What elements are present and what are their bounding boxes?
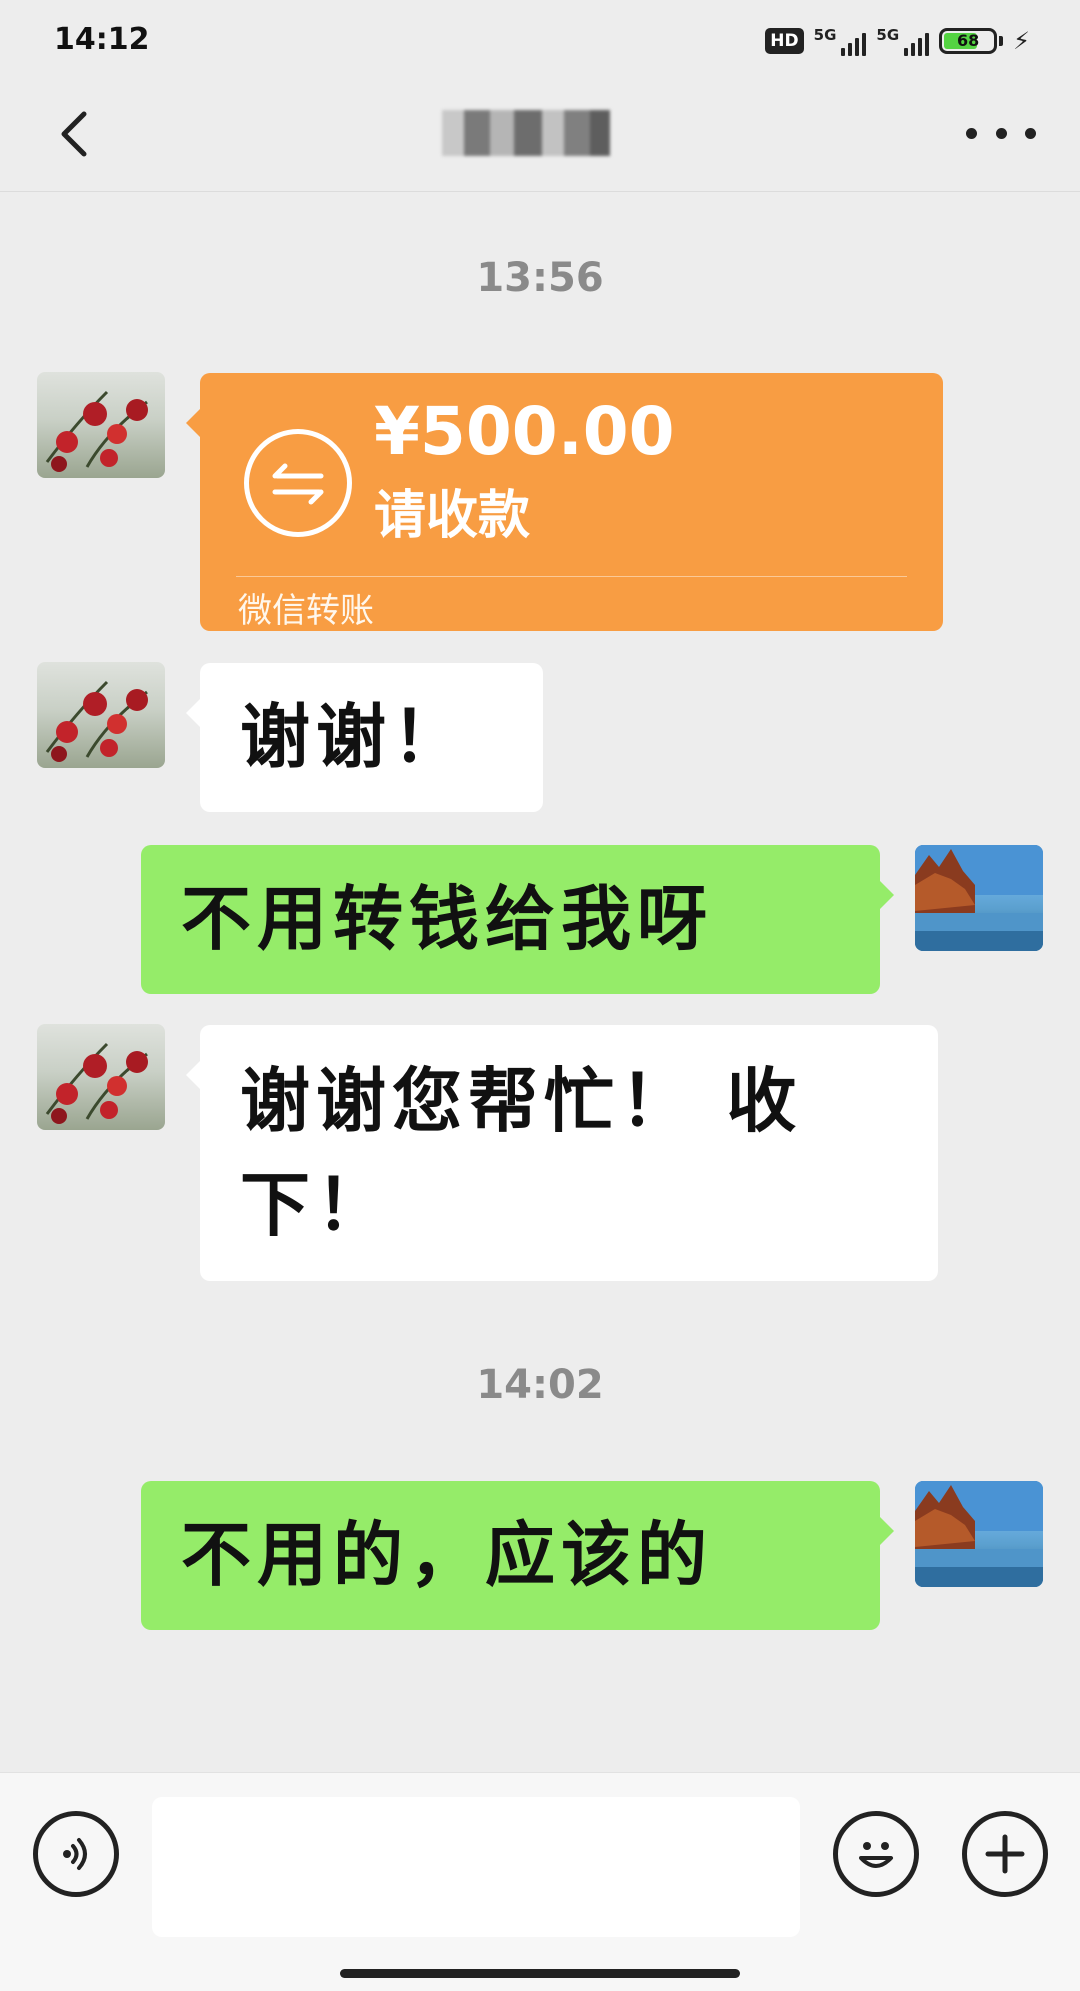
- chat-title-obscured: [442, 110, 610, 156]
- avatar-contact[interactable]: [37, 372, 165, 478]
- message-input[interactable]: [152, 1797, 800, 1937]
- chat-screen: 14:12 HD 5G 5G 68 ⚡ 13:56 ¥500.00 请收款 微信…: [0, 0, 1080, 1991]
- plus-button[interactable]: [962, 1811, 1048, 1897]
- message-bubble-sent[interactable]: 不用的，应该的: [141, 1481, 894, 1630]
- plus-icon: [985, 1834, 1025, 1874]
- back-button[interactable]: [44, 104, 104, 164]
- avatar-contact[interactable]: [37, 662, 165, 768]
- message-text: 谢谢您帮忙！ 收下！: [240, 1060, 803, 1246]
- network-label-2: 5G: [876, 26, 900, 44]
- input-bar: [0, 1772, 1080, 1991]
- avatar-self[interactable]: [915, 1481, 1043, 1587]
- charging-icon: ⚡: [1013, 27, 1030, 55]
- message-text: 谢谢！: [240, 696, 468, 778]
- status-icons: HD 5G 5G 68 ⚡: [765, 22, 1030, 60]
- divider: [236, 576, 907, 577]
- avatar-self[interactable]: [915, 845, 1043, 951]
- battery-tip: [999, 36, 1004, 46]
- status-bar: 14:12 HD 5G 5G 68 ⚡: [0, 0, 1080, 82]
- voice-button[interactable]: [33, 1811, 119, 1897]
- avatar-contact[interactable]: [37, 1024, 165, 1130]
- emoji-button[interactable]: [833, 1811, 919, 1897]
- transfer-amount: ¥500.00: [374, 393, 675, 470]
- more-dots-icon: [966, 127, 977, 139]
- message-bubble-received[interactable]: 谢谢！: [186, 663, 543, 812]
- signal-icon: 5G: [814, 26, 867, 56]
- message-text: 不用转钱给我呀: [181, 878, 713, 960]
- transfer-brand: 微信转账: [238, 591, 374, 631]
- timestamp: 13:56: [476, 255, 604, 301]
- chevron-left-icon: [61, 111, 87, 157]
- home-indicator[interactable]: [340, 1969, 740, 1978]
- transfer-card[interactable]: ¥500.00 请收款 微信转账: [186, 373, 943, 631]
- message-bubble-received[interactable]: 谢谢您帮忙！ 收下！: [186, 1025, 938, 1281]
- transfer-icon: [244, 429, 352, 537]
- message-bubble-sent[interactable]: 不用转钱给我呀: [141, 845, 894, 994]
- transfer-caption: 请收款: [374, 486, 531, 546]
- hd-badge: HD: [765, 28, 804, 54]
- more-options-button[interactable]: [966, 108, 1036, 158]
- timestamp: 14:02: [476, 1362, 604, 1408]
- signal-icon-2: 5G: [876, 26, 930, 56]
- emoji-icon: [859, 1842, 893, 1868]
- voice-icon: [63, 1838, 87, 1870]
- battery-icon: 68: [939, 28, 998, 54]
- chat-header: [0, 82, 1080, 192]
- status-time: 14:12: [54, 22, 150, 57]
- network-label-1: 5G: [813, 26, 837, 44]
- battery-percent: 68: [957, 31, 980, 50]
- message-text: 不用的，应该的: [181, 1514, 713, 1596]
